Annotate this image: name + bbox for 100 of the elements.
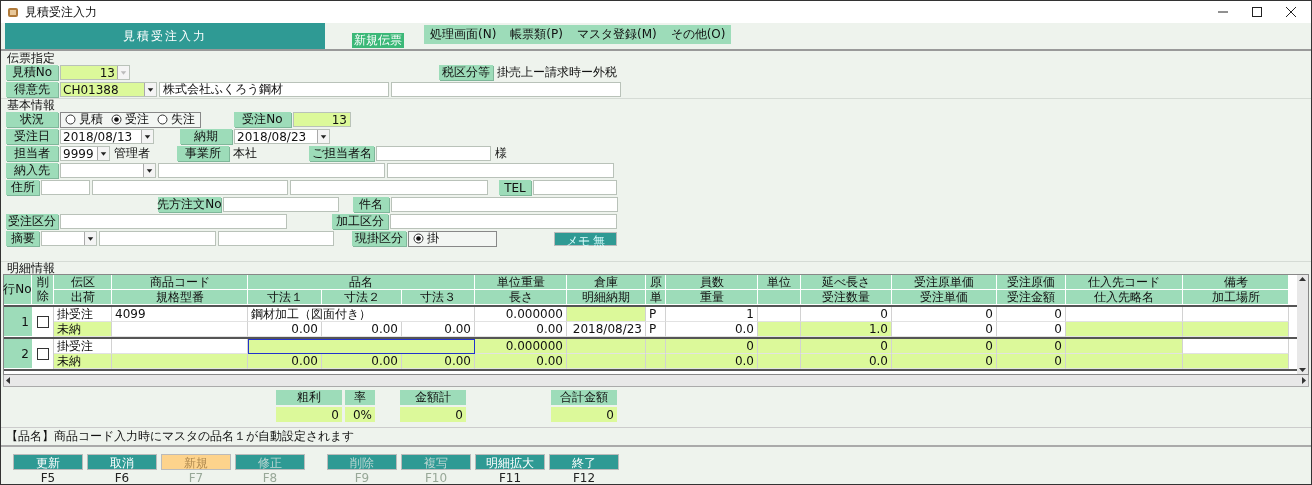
table-cell[interactable]: 0 xyxy=(997,339,1066,354)
table-cell[interactable]: 0 xyxy=(997,307,1066,322)
input-field[interactable] xyxy=(387,163,614,178)
table-cell[interactable]: 0.0 xyxy=(666,322,758,337)
dropdown-field[interactable]: 9999 xyxy=(60,146,110,161)
table-cell[interactable]: 0.00 xyxy=(402,322,475,337)
table-cell[interactable]: 0.0 xyxy=(801,354,892,369)
dropdown-field[interactable]: CH01388 xyxy=(60,82,157,97)
checkbox[interactable] xyxy=(36,316,49,328)
checkbox[interactable] xyxy=(36,348,49,360)
table-cell[interactable]: 0.000000 xyxy=(475,307,567,322)
table-cell[interactable]: 0 xyxy=(801,307,892,322)
table-cell[interactable]: 掛受注 xyxy=(54,339,112,354)
input-field[interactable] xyxy=(99,231,216,246)
table-cell[interactable]: 0.00 xyxy=(322,354,402,369)
table-cell[interactable]: 0 xyxy=(892,307,997,322)
table-cell[interactable]: 鋼材加工（図面付き） xyxy=(248,307,475,322)
table-cell[interactable]: 2018/08/23 xyxy=(567,322,646,337)
menu-item[interactable]: マスタ登録(M) xyxy=(576,26,657,43)
table-cell[interactable] xyxy=(758,339,801,354)
table-cell[interactable]: 0.00 xyxy=(475,354,567,369)
table-cell[interactable]: 未納 xyxy=(54,354,112,369)
table-cell[interactable] xyxy=(646,339,666,354)
table-cell[interactable] xyxy=(248,339,475,354)
input-field[interactable] xyxy=(376,146,491,161)
table-cell[interactable] xyxy=(758,307,801,322)
table-cell[interactable] xyxy=(646,354,666,369)
input-field[interactable] xyxy=(290,180,488,195)
table-cell[interactable]: 0.00 xyxy=(402,354,475,369)
table-cell[interactable]: 1 xyxy=(666,307,758,322)
field-value: 本社 xyxy=(232,145,258,162)
column-header: 員数 xyxy=(666,275,758,290)
table-cell[interactable]: 0 xyxy=(892,354,997,369)
input-field[interactable] xyxy=(60,214,287,229)
input-field[interactable] xyxy=(391,82,621,97)
input-field[interactable]: 株式会社ふくろう鋼材 xyxy=(159,82,389,97)
table-cell[interactable] xyxy=(567,307,646,322)
table-cell[interactable]: 0.00 xyxy=(248,322,322,337)
table-cell[interactable]: 0.00 xyxy=(248,354,322,369)
table-cell[interactable] xyxy=(1183,322,1289,337)
input-field[interactable]: 13 xyxy=(293,112,351,127)
column-header: 受注原価 xyxy=(997,275,1066,290)
close-icon[interactable] xyxy=(1285,6,1297,18)
table-cell[interactable] xyxy=(758,322,801,337)
input-field[interactable] xyxy=(390,214,617,229)
table-cell[interactable]: P xyxy=(646,322,666,337)
table-cell[interactable] xyxy=(1183,339,1289,354)
table-cell[interactable] xyxy=(1066,354,1183,369)
radio-button[interactable]: 受注 xyxy=(111,111,149,128)
radio-button[interactable]: 見積 xyxy=(65,111,103,128)
input-field[interactable] xyxy=(158,163,385,178)
table-cell[interactable] xyxy=(1183,307,1289,322)
table-cell[interactable]: 掛受注 xyxy=(54,307,112,322)
field-label: 受注日 xyxy=(6,129,58,144)
table-cell[interactable]: 1.0 xyxy=(801,322,892,337)
table-cell[interactable]: 0.0 xyxy=(666,354,758,369)
table-cell[interactable] xyxy=(112,322,248,337)
input-field[interactable] xyxy=(391,197,618,212)
menu-item[interactable]: その他(O) xyxy=(670,26,726,43)
total-value: 0 xyxy=(276,407,342,422)
table-cell[interactable] xyxy=(758,354,801,369)
table-cell[interactable] xyxy=(567,354,646,369)
dropdown-field[interactable]: 2018/08/13 xyxy=(60,129,154,144)
field-label: 状況 xyxy=(6,112,58,127)
table-cell[interactable]: 0.000000 xyxy=(475,339,567,354)
dropdown-field[interactable] xyxy=(41,231,97,246)
table-cell[interactable]: 0.00 xyxy=(475,322,567,337)
input-field[interactable] xyxy=(92,180,288,195)
input-field[interactable] xyxy=(533,180,617,195)
scroll-up-icon[interactable] xyxy=(1298,275,1307,284)
menu-item[interactable]: 帳票類(P) xyxy=(510,26,563,43)
table-cell[interactable] xyxy=(1066,322,1183,337)
dropdown-field[interactable]: 13 xyxy=(60,65,130,80)
function-key-label: F7 xyxy=(188,471,204,484)
table-cell[interactable] xyxy=(1066,307,1183,322)
radio-button[interactable]: 掛 xyxy=(413,230,439,247)
radio-button[interactable]: 失注 xyxy=(157,111,195,128)
table-cell[interactable] xyxy=(112,354,248,369)
table-cell[interactable]: 0 xyxy=(666,339,758,354)
menu-item[interactable]: 処理画面(N) xyxy=(430,26,497,43)
table-cell[interactable]: P xyxy=(646,307,666,322)
table-cell[interactable]: 0 xyxy=(997,322,1066,337)
table-cell[interactable] xyxy=(1183,354,1289,369)
table-cell[interactable]: 0 xyxy=(997,354,1066,369)
table-cell[interactable]: 0 xyxy=(801,339,892,354)
maximize-icon[interactable] xyxy=(1251,6,1263,18)
input-field[interactable] xyxy=(41,180,90,195)
row-number: 2 xyxy=(4,339,32,369)
table-cell[interactable] xyxy=(567,339,646,354)
table-cell[interactable]: 未納 xyxy=(54,322,112,337)
table-cell[interactable] xyxy=(1066,339,1183,354)
table-cell[interactable]: 0 xyxy=(892,339,997,354)
table-cell[interactable] xyxy=(112,339,248,354)
table-cell[interactable]: 4099 xyxy=(112,307,248,322)
dropdown-field[interactable]: 2018/08/23 xyxy=(234,129,330,144)
table-cell[interactable]: 0.00 xyxy=(322,322,402,337)
table-cell[interactable]: 0 xyxy=(892,322,997,337)
dropdown-field[interactable] xyxy=(60,163,156,178)
input-field[interactable] xyxy=(218,231,334,246)
input-field[interactable] xyxy=(223,197,339,212)
